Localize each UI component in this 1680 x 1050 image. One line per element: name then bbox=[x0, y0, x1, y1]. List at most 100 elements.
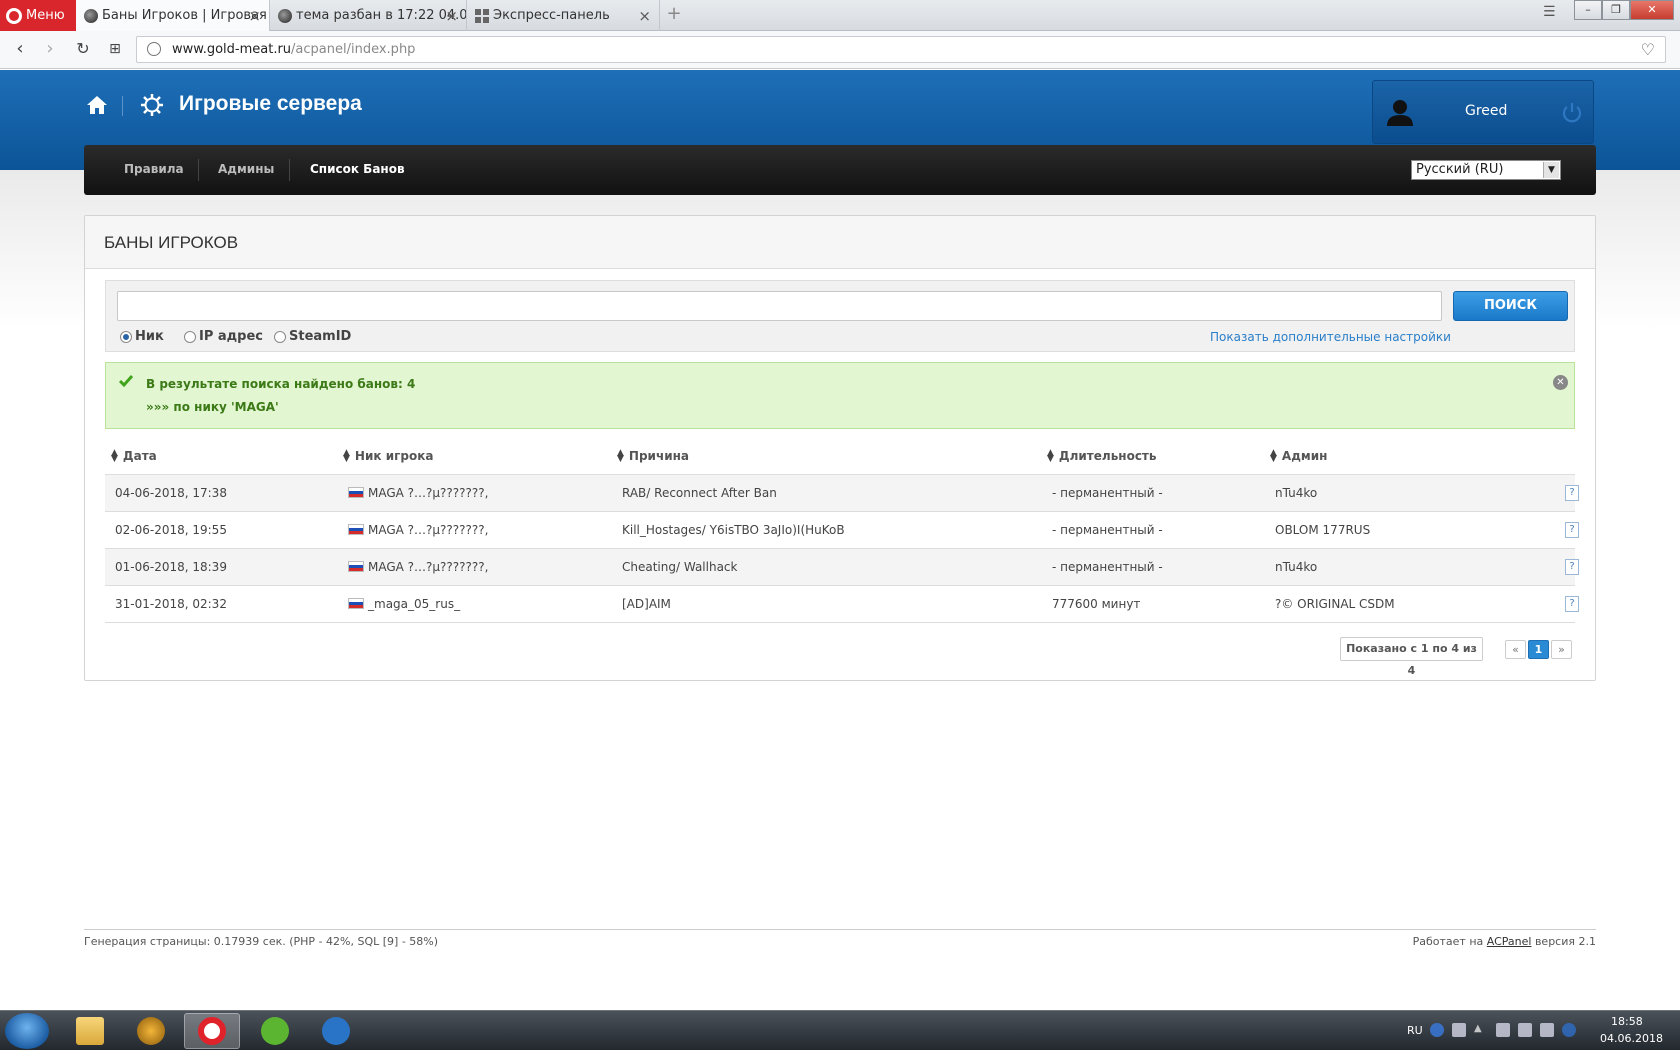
forward-arrow-icon[interactable]: › bbox=[40, 39, 60, 59]
details-icon[interactable]: ? bbox=[1565, 596, 1579, 612]
skype-icon[interactable] bbox=[1562, 1023, 1576, 1037]
usb-icon[interactable] bbox=[1452, 1023, 1466, 1037]
details-icon[interactable]: ? bbox=[1565, 559, 1579, 575]
network-icon[interactable] bbox=[1518, 1023, 1532, 1037]
tab-menu-icon[interactable]: ☰ bbox=[1543, 4, 1556, 20]
folder-icon bbox=[76, 1017, 104, 1045]
cell-reason: [AD]AIM bbox=[622, 597, 671, 611]
cell-nick: MAGA ?…?µ???????, bbox=[348, 486, 488, 500]
home-icon[interactable] bbox=[86, 94, 108, 116]
tray-expand-icon[interactable]: ▲ bbox=[1474, 1023, 1488, 1037]
page-generation-info: Генерация страницы: 0.17939 сек. (PHP - … bbox=[84, 935, 439, 948]
acpanel-link[interactable]: ACPanel bbox=[1487, 935, 1532, 948]
table-row[interactable]: 31-01-2018, 02:32 _maga_05_rus_ [AD]AIM … bbox=[105, 586, 1579, 623]
search-result-alert: В результате поиска найдено банов: 4 »»»… bbox=[105, 362, 1575, 429]
chevron-down-icon: ▼ bbox=[1543, 162, 1559, 178]
column-header-date[interactable]: ▲ ▼ Дата bbox=[111, 449, 157, 464]
opera-icon bbox=[198, 1017, 226, 1045]
radio-dot bbox=[274, 330, 286, 343]
pagination-next[interactable]: » bbox=[1551, 640, 1572, 659]
windows-taskbar: RU ▲ 18:58 04.06.2018 bbox=[0, 1010, 1680, 1050]
speed-dial-icon bbox=[475, 8, 489, 23]
column-label: Админ bbox=[1281, 449, 1328, 463]
radio-nick[interactable]: Ник bbox=[120, 329, 164, 344]
tabs-grid-icon[interactable]: ⊞ bbox=[105, 39, 125, 59]
radio-label: Ник bbox=[135, 329, 164, 344]
cell-duration: 777600 минут bbox=[1052, 597, 1141, 611]
flag-icon[interactable] bbox=[1496, 1023, 1510, 1037]
taskbar-opera[interactable] bbox=[184, 1013, 240, 1049]
tray-language[interactable]: RU bbox=[1407, 1024, 1423, 1037]
panel-header: БАНЫ ИГРОКОВ bbox=[85, 216, 1595, 269]
russia-flag-icon bbox=[348, 598, 364, 609]
reload-icon[interactable]: ↻ bbox=[73, 39, 93, 59]
radio-label: SteamID bbox=[289, 329, 352, 344]
opera-menu-button[interactable]: Меню bbox=[0, 0, 76, 31]
browser-tab-topic[interactable]: тема разбан в 17:22 04.06 × bbox=[270, 0, 467, 31]
column-label: Дата bbox=[122, 449, 157, 463]
radio-dot bbox=[120, 330, 132, 343]
site-title[interactable]: Игровые сервера bbox=[179, 92, 362, 116]
russia-flag-icon bbox=[348, 487, 364, 498]
details-icon[interactable]: ? bbox=[1565, 485, 1579, 501]
table-row[interactable]: 04-06-2018, 17:38 MAGA ?…?µ???????, RAB/… bbox=[105, 475, 1579, 512]
back-arrow-icon[interactable]: ‹ bbox=[10, 39, 30, 59]
alert-query: »»» по нику 'MAGA' bbox=[146, 400, 279, 414]
tab-close-icon[interactable]: × bbox=[445, 7, 458, 25]
volume-icon[interactable] bbox=[1540, 1023, 1554, 1037]
minimize-window-icon[interactable]: – bbox=[1574, 0, 1602, 20]
utorrent-icon bbox=[261, 1017, 289, 1045]
close-icon[interactable]: ✕ bbox=[1553, 375, 1568, 390]
alert-count: В результате поиска найдено банов: 4 bbox=[146, 377, 416, 391]
bans-panel: БАНЫ ИГРОКОВ ПОИСК Ник IP адрес SteamID … bbox=[84, 215, 1596, 681]
tab-title: Баны Игроков | Игровая bbox=[102, 8, 267, 23]
url-path: /acpanel/index.php bbox=[291, 42, 416, 57]
nav-item-rules[interactable]: Правила bbox=[124, 162, 184, 176]
tab-close-icon[interactable]: × bbox=[638, 7, 651, 25]
radio-steamid[interactable]: SteamID bbox=[274, 329, 351, 344]
maximize-window-icon[interactable]: ❐ bbox=[1602, 0, 1630, 20]
column-header-duration[interactable]: ▲ ▼ Длительность bbox=[1047, 449, 1156, 464]
column-header-admin[interactable]: ▲ ▼ Админ bbox=[1270, 449, 1328, 464]
new-tab-plus-icon[interactable]: + bbox=[665, 5, 683, 23]
tab-title: тема разбан в 17:22 04.06 bbox=[296, 8, 467, 23]
column-header-reason[interactable]: ▲ ▼ Причина bbox=[617, 449, 689, 464]
clock-date[interactable]: 04.06.2018 bbox=[1600, 1032, 1663, 1045]
cell-date: 04-06-2018, 17:38 bbox=[115, 486, 227, 500]
windows-start-button[interactable] bbox=[5, 1013, 49, 1049]
cell-duration: - перманентный - bbox=[1052, 560, 1163, 574]
search-button[interactable]: ПОИСК bbox=[1453, 291, 1568, 321]
nav-item-ban-list[interactable]: Список Банов bbox=[310, 162, 405, 176]
taskbar-aimp[interactable] bbox=[123, 1013, 179, 1049]
taskbar-lightning-app[interactable] bbox=[308, 1013, 364, 1049]
radio-ip[interactable]: IP адрес bbox=[184, 329, 263, 344]
logout-power-icon[interactable] bbox=[1561, 101, 1583, 123]
browser-tab-bans[interactable]: Баны Игроков | Игровая × bbox=[76, 0, 270, 31]
pagination-page-1[interactable]: 1 bbox=[1528, 640, 1549, 659]
russia-flag-icon bbox=[348, 561, 364, 572]
details-icon[interactable]: ? bbox=[1565, 522, 1579, 538]
clock-time[interactable]: 18:58 bbox=[1611, 1015, 1643, 1028]
tab-close-icon[interactable]: × bbox=[248, 7, 261, 25]
cell-admin: ?© ORIGINAL CSDM bbox=[1275, 597, 1395, 611]
column-header-nick[interactable]: ▲ ▼ Ник игрока bbox=[343, 449, 433, 464]
nav-item-admins[interactable]: Админы bbox=[218, 162, 274, 176]
url-input[interactable]: www.gold-meat.ru/acpanel/index.php ♡ bbox=[136, 36, 1666, 63]
close-window-icon[interactable]: ✕ bbox=[1630, 0, 1674, 20]
advanced-settings-link[interactable]: Показать дополнительные настройки bbox=[1210, 330, 1451, 344]
aimp-icon bbox=[137, 1017, 165, 1045]
bookmark-heart-icon[interactable]: ♡ bbox=[1641, 37, 1655, 62]
help-icon[interactable] bbox=[1430, 1023, 1444, 1037]
search-box: ПОИСК Ник IP адрес SteamID Показать допо… bbox=[105, 280, 1575, 352]
language-select[interactable]: Русский (RU) ▼ bbox=[1411, 160, 1561, 180]
pagination-prev[interactable]: « bbox=[1505, 640, 1526, 659]
panel-title: БАНЫ ИГРОКОВ bbox=[104, 233, 239, 252]
table-row[interactable]: 02-06-2018, 19:55 MAGA ?…?µ???????, Kill… bbox=[105, 512, 1579, 549]
taskbar-explorer[interactable] bbox=[62, 1013, 118, 1049]
user-name[interactable]: Greed bbox=[1465, 103, 1507, 119]
search-input[interactable] bbox=[117, 291, 1442, 321]
cell-date: 31-01-2018, 02:32 bbox=[115, 597, 227, 611]
table-row[interactable]: 01-06-2018, 18:39 MAGA ?…?µ???????, Chea… bbox=[105, 549, 1579, 586]
taskbar-utorrent[interactable] bbox=[247, 1013, 303, 1049]
browser-tab-speed-dial[interactable]: Экспресс-панель × bbox=[467, 0, 660, 31]
